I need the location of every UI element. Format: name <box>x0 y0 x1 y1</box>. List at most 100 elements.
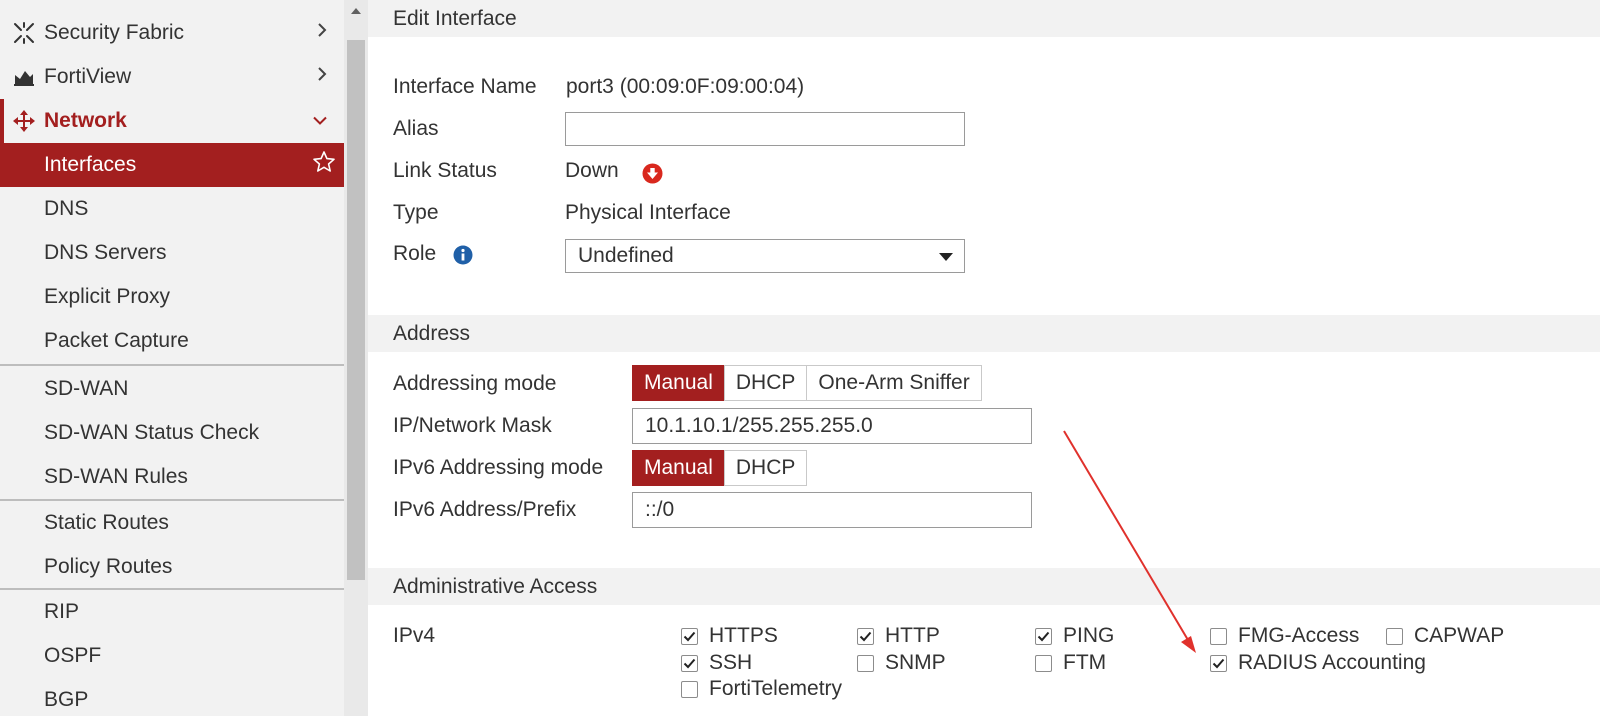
sidebar-item-label: DNS <box>44 197 89 220</box>
network-move-icon <box>12 109 36 133</box>
sidebar-item-label: FortiView <box>44 65 132 88</box>
checkbox-label: RADIUS Accounting <box>1238 651 1426 674</box>
fmg-access-checkbox[interactable]: FMG-Access <box>1210 624 1359 648</box>
page-title: Edit Interface <box>393 6 517 30</box>
sidebar-item-fortiview[interactable]: FortiView <box>0 55 344 99</box>
sidebar-item-label: SD-WAN Status Check <box>44 421 260 444</box>
chevron-down-icon <box>312 110 328 133</box>
link-status-value: Down <box>565 159 619 182</box>
sidebar-item-label: Static Routes <box>44 511 169 534</box>
ipv6-prefix-label: IPv6 Address/Prefix <box>393 498 577 521</box>
checkbox-label: HTTPS <box>709 624 778 647</box>
sidebar-item-label: DNS Servers <box>44 241 167 264</box>
interface-name-value: port3 (00:09:0F:09:00:04) <box>566 75 805 98</box>
ping-checkbox[interactable]: PING <box>1035 624 1114 648</box>
sidebar: Security Fabric FortiView Network Interf… <box>0 0 344 716</box>
snmp-checkbox[interactable]: SNMP <box>857 651 946 675</box>
sidebar-item-network[interactable]: Network <box>0 99 344 143</box>
http-checkbox[interactable]: HTTP <box>857 624 940 648</box>
ipv6-mode-manual-button[interactable]: Manual <box>632 450 725 486</box>
fortitelemetry-checkbox[interactable]: FortiTelemetry <box>681 677 842 701</box>
sidebar-item-label: Security Fabric <box>44 21 185 44</box>
sidebar-item-dns-servers[interactable]: DNS Servers <box>0 231 344 275</box>
ip-mask-input[interactable] <box>632 408 1032 444</box>
sidebar-item-sd-wan-status-check[interactable]: SD-WAN Status Check <box>0 411 344 455</box>
sidebar-item-explicit-proxy[interactable]: Explicit Proxy <box>0 275 344 319</box>
interface-name-label: Interface Name <box>393 75 537 98</box>
type-label: Type <box>393 201 439 224</box>
role-select-value: Undefined <box>578 244 674 267</box>
sidebar-item-interfaces[interactable]: Interfaces <box>0 143 344 187</box>
checkbox-box[interactable] <box>857 627 874 645</box>
ipv4-label: IPv4 <box>393 624 436 647</box>
security-fabric-icon <box>12 21 36 45</box>
alias-label: Alias <box>393 117 439 140</box>
checkbox-box[interactable] <box>1035 654 1052 672</box>
addressing-mode-toggle: Manual DHCP One-Arm Sniffer <box>632 365 982 401</box>
ftm-checkbox[interactable]: FTM <box>1035 651 1106 675</box>
sidebar-item-static-routes[interactable]: Static Routes <box>0 501 344 545</box>
role-label: Role <box>393 242 437 265</box>
sidebar-item-label: Policy Routes <box>44 555 173 578</box>
alias-input[interactable] <box>565 112 965 146</box>
fortiview-icon <box>12 65 36 89</box>
checkbox-box[interactable] <box>681 654 698 672</box>
sidebar-item-bgp[interactable]: BGP <box>0 678 344 722</box>
checkbox-box[interactable] <box>681 627 698 645</box>
sidebar-item-sd-wan-rules[interactable]: SD-WAN Rules <box>0 455 344 499</box>
scroll-up-arrow-icon[interactable] <box>344 0 368 22</box>
sidebar-item-label: SD-WAN Rules <box>44 465 188 488</box>
sidebar-item-policy-routes[interactable]: Policy Routes <box>0 545 344 589</box>
checkbox-label: FTM <box>1063 651 1107 674</box>
checkbox-label: SSH <box>709 651 753 674</box>
radius-accounting-checkbox[interactable]: RADIUS Accounting <box>1210 651 1426 675</box>
sidebar-item-label: BGP <box>44 688 89 711</box>
sidebar-item-security-fabric[interactable]: Security Fabric <box>0 11 344 55</box>
type-value: Physical Interface <box>565 201 731 224</box>
section-title: Administrative Access <box>393 574 598 598</box>
ssh-checkbox[interactable]: SSH <box>681 651 752 675</box>
sidebar-item-label: Explicit Proxy <box>44 285 171 308</box>
checkbox-label: HTTP <box>885 624 940 647</box>
ipv6-mode-dhcp-button[interactable]: DHCP <box>723 450 808 486</box>
checkbox-box[interactable] <box>857 654 874 672</box>
chevron-right-icon <box>316 65 328 89</box>
admin-access-section-header: Administrative Access <box>368 568 1600 605</box>
scrollbar-thumb[interactable] <box>347 40 365 580</box>
caret-down-icon <box>938 244 954 268</box>
ipv6-prefix-input[interactable] <box>632 492 1032 528</box>
ip-mask-label: IP/Network Mask <box>393 414 552 437</box>
sidebar-item-ospf[interactable]: OSPF <box>0 634 344 678</box>
checkbox-box[interactable] <box>1035 627 1052 645</box>
edit-interface-header: Edit Interface <box>368 0 1600 37</box>
checkbox-label: SNMP <box>885 651 946 674</box>
sidebar-item-label: SD-WAN <box>44 377 129 400</box>
checkbox-box[interactable] <box>1210 627 1227 645</box>
sidebar-item-sd-wan[interactable]: SD-WAN <box>0 367 344 411</box>
capwap-checkbox[interactable]: CAPWAP <box>1386 624 1504 648</box>
link-status-label: Link Status <box>393 159 497 182</box>
https-checkbox[interactable]: HTTPS <box>681 624 778 648</box>
role-select[interactable]: Undefined <box>565 239 965 273</box>
checkbox-label: FMG-Access <box>1238 624 1360 647</box>
star-icon[interactable] <box>312 150 336 180</box>
sidebar-item-dns[interactable]: DNS <box>0 187 344 231</box>
checkbox-label: PING <box>1063 624 1115 647</box>
addressing-mode-manual-button[interactable]: Manual <box>632 365 725 401</box>
addressing-mode-one-arm-sniffer-button[interactable]: One-Arm Sniffer <box>806 365 982 401</box>
checkbox-box[interactable] <box>1386 627 1403 645</box>
status-down-icon <box>642 163 663 190</box>
sidebar-item-rip[interactable]: RIP <box>0 590 344 634</box>
addressing-mode-dhcp-button[interactable]: DHCP <box>723 365 808 401</box>
checkbox-box[interactable] <box>1210 654 1227 672</box>
ipv6-mode-label: IPv6 Addressing mode <box>393 456 604 479</box>
edit-interface-panel: Edit Interface Interface Name port3 (00:… <box>368 0 1600 716</box>
ipv6-mode-toggle: Manual DHCP <box>632 450 808 486</box>
sidebar-item-label: Network <box>44 109 127 132</box>
sidebar-item-packet-capture[interactable]: Packet Capture <box>0 319 344 363</box>
sidebar-item-label: RIP <box>44 600 80 623</box>
addressing-mode-label: Addressing mode <box>393 372 557 395</box>
info-icon[interactable] <box>453 245 473 271</box>
sidebar-item-label: Interfaces <box>44 153 137 176</box>
checkbox-box[interactable] <box>681 680 698 698</box>
